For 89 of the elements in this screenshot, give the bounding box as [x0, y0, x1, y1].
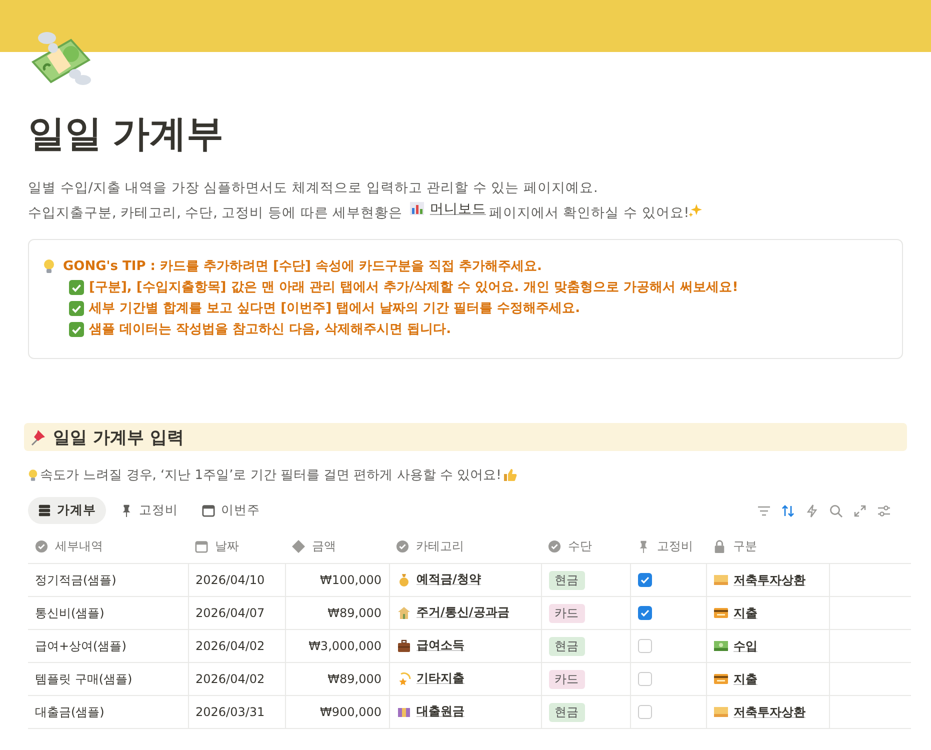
column-header[interactable]: 카테고리	[416, 538, 464, 556]
calendar-icon	[202, 504, 215, 518]
table-cell: ₩89,000	[328, 606, 382, 620]
table-cell: 정기적금(샘플)	[35, 572, 116, 587]
checkbox[interactable]	[638, 573, 652, 588]
sort-icon[interactable]	[781, 504, 795, 518]
column-header[interactable]: 금액	[312, 538, 336, 556]
table-cell: 2026/04/07	[196, 606, 265, 620]
lightning-icon[interactable]	[805, 504, 819, 518]
briefcase-icon	[396, 638, 410, 653]
money-bag-icon	[396, 572, 410, 587]
section-heading: 일일 가계부 입력	[53, 426, 184, 449]
database-icon	[38, 504, 51, 518]
table-cell: 2026/04/02	[196, 639, 265, 654]
table-cell: 2026/04/02	[196, 672, 265, 686]
credit-card-icon	[714, 607, 728, 620]
page-link[interactable]: 머니보드	[410, 199, 486, 220]
tip-text: 샘플 데이터는 작성법을 참고하신 다음, 삭제해주시면 됩니다.	[89, 321, 452, 340]
check-circle-icon	[396, 540, 409, 554]
calendar-icon	[195, 540, 208, 554]
lock-icon	[713, 540, 726, 554]
column-header[interactable]: 세부내역	[55, 538, 103, 556]
category-link[interactable]: 대출원금	[416, 703, 464, 720]
hint-text: 속도가 느려질 경우, ‘지난 1주일’로 기간 필터를 걸면 편하게 사용할 수 있어요!	[40, 467, 502, 484]
category-link[interactable]: 지출	[734, 604, 758, 622]
pushpin-icon	[29, 428, 47, 446]
category-link[interactable]: 급여소득	[416, 637, 464, 654]
credit-card-icon	[714, 673, 728, 686]
checkmark-icon	[69, 280, 84, 296]
check-circle-icon	[548, 540, 561, 554]
category-link[interactable]: 저축투자상환	[734, 572, 806, 589]
light-bulb-icon	[43, 259, 55, 274]
sparkle-icon	[689, 204, 702, 218]
pin-icon	[120, 504, 133, 518]
description-text: 수입지출구분, 카테고리, 수단, 고정비 등에 따른 세부현황은 머니보드 페이지에서 확인하실 수 있어요!	[28, 199, 903, 224]
category-link[interactable]: 저축투자상환	[734, 704, 806, 721]
checkbox[interactable]	[638, 639, 652, 654]
category-link[interactable]: 기타지출	[416, 670, 464, 688]
table-cell: ₩900,000	[320, 705, 382, 720]
view-tab[interactable]: 고정비	[110, 497, 188, 524]
star-icon	[396, 672, 410, 686]
check-circle-icon	[35, 540, 48, 554]
column-header[interactable]: 날짜	[215, 538, 239, 556]
house-icon	[396, 606, 410, 620]
view-tab[interactable]: 이번주	[192, 497, 270, 524]
diamond-icon	[292, 540, 305, 554]
method-tag: 현금	[548, 702, 584, 722]
pin-icon	[637, 540, 650, 554]
banknote-icon	[714, 706, 728, 718]
banknote-icon	[714, 640, 728, 652]
light-bulb-icon	[28, 468, 38, 482]
description-text: 일별 수입/지출 내역을 가장 심플하면서도 체계적으로 입력하고 관리할 수 있는 페이지예요.	[28, 179, 599, 198]
table-cell: 급여+상여(샘플)	[35, 638, 126, 653]
table-cell: 통신비(샘플)	[35, 606, 104, 620]
checkmark-icon	[69, 322, 84, 338]
tip-text: [구분], [수입지출항목] 값은 맨 아래 관리 탭에서 추가/삭제할 수 있어요. 개인 맞춤형으로 가공해서 써보세요!	[89, 279, 738, 298]
table-cell: 대출금(샘플)	[35, 704, 104, 719]
expand-icon[interactable]	[853, 504, 867, 518]
checkbox[interactable]	[638, 606, 652, 620]
search-icon[interactable]	[829, 504, 843, 518]
tip-text: 세부 기간별 합계를 보고 싶다면 [이번주] 탭에서 날짜의 기간 필터를 수정해주세요.	[89, 300, 580, 318]
table-cell: 2026/04/10	[196, 573, 265, 588]
table-cell: ₩89,000	[328, 672, 382, 686]
filter-icon[interactable]	[757, 504, 771, 518]
checkbox[interactable]	[638, 672, 652, 686]
view-tab[interactable]: 가계부	[28, 497, 106, 524]
checkmark-icon	[69, 301, 84, 316]
bar-chart-icon	[410, 202, 426, 218]
method-tag: 현금	[548, 570, 584, 590]
table-cell: 2026/03/31	[196, 705, 265, 720]
method-tag: 카드	[548, 604, 584, 623]
column-header[interactable]: 고정비	[657, 538, 693, 556]
table-cell: ₩100,000	[320, 573, 382, 588]
column-header[interactable]: 구분	[733, 538, 757, 556]
thumbs-up-icon	[503, 468, 518, 482]
checkbox[interactable]	[638, 705, 652, 720]
banknote-icon	[714, 574, 728, 586]
table-cell: ₩3,000,000	[308, 639, 382, 654]
category-link[interactable]: 예적금/청약	[416, 571, 481, 588]
table-cell: 템플릿 구매(샘플)	[35, 672, 132, 686]
tip-title: GONG's TIP : 카드를 추가하려면 [수단] 속성에 카드구분을 직접 추가해주세요.	[63, 258, 542, 276]
method-tag: 현금	[548, 636, 584, 656]
category-link[interactable]: 수입	[734, 638, 758, 655]
category-link[interactable]: 지출	[734, 670, 758, 688]
page-title: 일일 가계부	[28, 112, 224, 156]
column-header[interactable]: 수단	[568, 538, 592, 556]
category-link[interactable]: 주거/통신/공과금	[416, 604, 510, 622]
settings-icon[interactable]	[877, 504, 891, 518]
method-tag: 카드	[548, 670, 584, 689]
